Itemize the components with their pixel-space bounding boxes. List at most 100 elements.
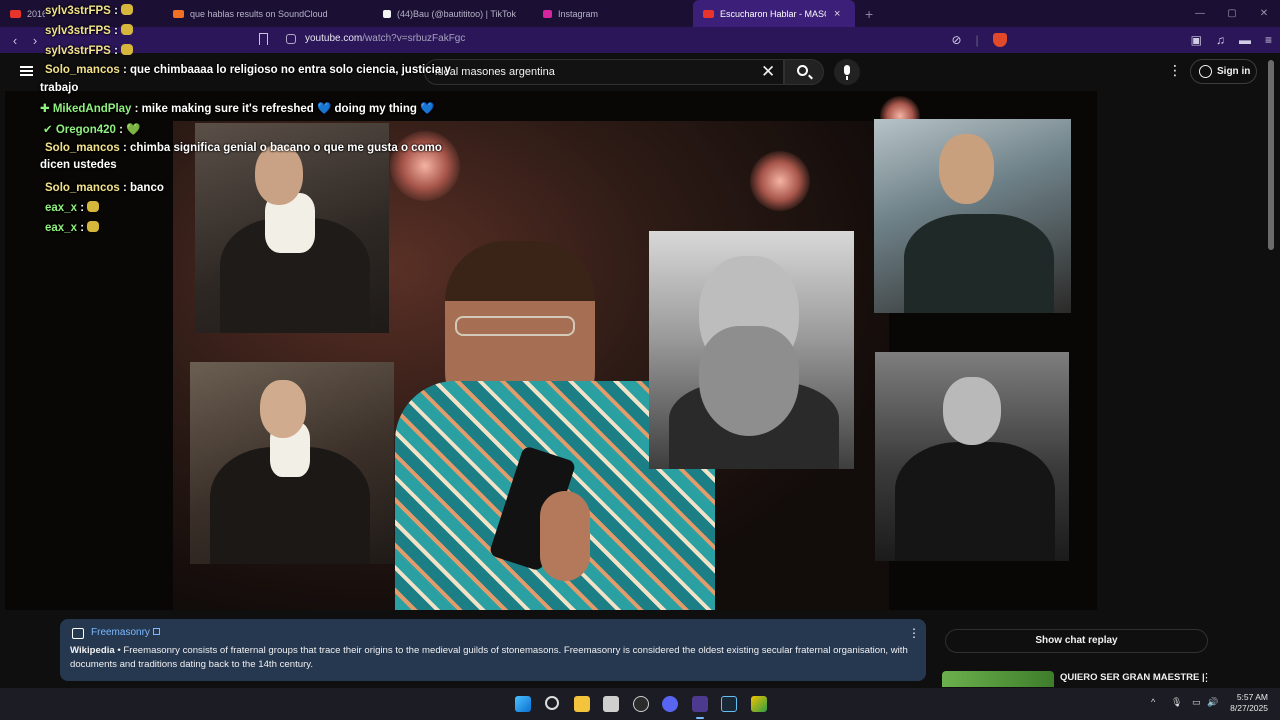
chat-message: Solo_mancos : banco: [40, 178, 460, 198]
windows-taskbar: [0, 688, 1280, 720]
system-clock[interactable]: 5:57 AM 8/27/2025: [1222, 692, 1268, 714]
reader-mode-icon[interactable]: ▣: [1191, 33, 1202, 47]
wiki-link[interactable]: Freemasonry: [91, 627, 160, 638]
chat-message: sylv3strFPS :: [40, 41, 460, 61]
display-icon[interactable]: ▭: [1192, 697, 1201, 708]
chat-text: : banco: [122, 182, 164, 194]
chat-message: eax_x :: [40, 198, 460, 218]
chat-message: sylv3strFPS :: [40, 21, 460, 41]
chat-username: Oregon420: [55, 124, 116, 136]
vpn-icon[interactable]: ▬: [1239, 33, 1251, 47]
tab-instagram[interactable]: Instagram: [533, 0, 683, 27]
volume-icon[interactable]: 🔊: [1207, 697, 1218, 708]
presenter-hand: [540, 491, 590, 581]
tab-youtube-active[interactable]: Escucharon Hablar - MASONI ×: [693, 0, 855, 27]
obs-icon[interactable]: [633, 696, 649, 712]
store-icon[interactable]: [603, 696, 619, 712]
youtube-icon: [703, 9, 714, 18]
clock-date: 8/27/2025: [1230, 703, 1268, 713]
chat-text: :: [114, 5, 118, 17]
brave-shield-icon[interactable]: [992, 33, 1007, 47]
chat-text: :: [114, 45, 118, 57]
wikipedia-info-panel: Freemasonry Wikipedia • Freemasonry cons…: [60, 619, 926, 681]
video-lamp: [750, 151, 810, 211]
instagram-icon: [543, 9, 552, 18]
portrait-2: [190, 362, 394, 564]
minimize-button[interactable]: —: [1184, 8, 1216, 19]
wiki-source: Wikipedia: [70, 645, 115, 656]
chat-message: ✔ Oregon420 : 💚: [40, 120, 460, 140]
info-panel-icon: [72, 628, 84, 639]
wiki-text: Freemasonry consists of fraternal groups…: [70, 645, 908, 670]
chat-username: Solo_mancos: [45, 182, 120, 194]
wiki-more-icon[interactable]: ⋮: [908, 626, 920, 640]
show-chat-replay-button[interactable]: Show chat replay: [945, 629, 1208, 653]
portrait-4: [874, 119, 1071, 313]
chat-message: ✚ MikedAndPlay : mike making sure it's r…: [40, 99, 460, 119]
microphone-icon[interactable]: 🎙: [1171, 697, 1182, 708]
steam-icon[interactable]: [721, 696, 737, 712]
chat-username: sylv3strFPS: [45, 25, 111, 37]
sign-in-button[interactable]: Sign in: [1190, 59, 1257, 84]
recommended-video-title[interactable]: QUIERO SER GRAN MAESTRE |: [1060, 672, 1205, 683]
tab-close-icon[interactable]: ×: [834, 8, 840, 20]
tab-label: Escucharon Hablar - MASONI: [720, 8, 826, 19]
voice-search-icon[interactable]: [834, 59, 860, 85]
emote-icon: [121, 4, 134, 15]
chat-text: :: [80, 222, 85, 234]
file-explorer-icon[interactable]: [574, 696, 590, 712]
search-icon: [797, 65, 808, 76]
settings-more-icon[interactable]: ⋮: [1168, 62, 1182, 79]
search-button[interactable]: [784, 59, 824, 85]
chat-message: eax_x :: [40, 218, 460, 238]
emote-icon: [121, 24, 134, 35]
chat-username: MikedAndPlay: [52, 103, 132, 115]
search-icon[interactable]: [545, 696, 559, 710]
wiki-title: Freemasonry: [91, 627, 150, 638]
active-app-indicator: [696, 717, 704, 719]
start-icon[interactable]: [515, 696, 531, 712]
chat-username: Solo_mancos: [45, 142, 120, 154]
chat-text: : mike making sure it's refreshed: [134, 103, 314, 115]
tab-youtube-2016[interactable]: 2016: [0, 0, 45, 27]
chat-username: sylv3strFPS: [45, 5, 111, 17]
brave-browser-icon[interactable]: [692, 696, 708, 712]
sign-in-label: Sign in: [1217, 66, 1251, 77]
shield-off-icon[interactable]: ⊘: [951, 33, 961, 47]
clock-time: 5:57 AM: [1236, 692, 1268, 702]
verified-badge-icon: ✔: [43, 124, 53, 136]
back-button[interactable]: ‹: [5, 33, 25, 48]
new-tab-button[interactable]: +: [857, 6, 881, 22]
browser-menu-icon[interactable]: ≡: [1265, 33, 1272, 47]
hamburger-menu-icon[interactable]: [20, 66, 33, 76]
presenter-glasses: [455, 316, 575, 336]
recommended-video-thumbnail[interactable]: [942, 671, 1054, 687]
external-link-icon: [152, 628, 160, 635]
portrait-3: [649, 231, 854, 469]
chat-text: :: [119, 124, 123, 136]
chat-text: 💚: [126, 124, 141, 136]
recommendation-more-icon[interactable]: ⋮: [1201, 671, 1212, 684]
chat-text: :: [80, 202, 85, 214]
page-scrollbar[interactable]: [1268, 60, 1274, 250]
emote-icon: [121, 44, 134, 55]
chat-badge-icon: ✚: [40, 103, 50, 115]
toolbar-separator: |: [975, 33, 979, 47]
chat-message: sylv3strFPS :: [40, 1, 460, 21]
chat-message: Solo_mancos : que chimbaaaa lo religioso…: [40, 61, 460, 97]
music-icon[interactable]: ♫: [1216, 33, 1225, 47]
tray-chevron-icon[interactable]: ^: [1151, 697, 1155, 707]
maximize-button[interactable]: ▢: [1216, 8, 1248, 19]
close-window-button[interactable]: ✕: [1248, 8, 1280, 19]
emote-icon: [87, 201, 100, 212]
tab-label: Instagram: [558, 8, 599, 19]
wiki-description: Wikipedia • Freemasonry consists of frat…: [70, 644, 910, 671]
chat-username: eax_x: [45, 222, 77, 234]
account-icon: [1199, 65, 1212, 78]
chat-username: Solo_mancos: [45, 64, 120, 76]
app-icon[interactable]: [751, 696, 767, 712]
search-input[interactable]: ideal masones argentina: [424, 59, 784, 85]
clear-search-icon[interactable]: ✕: [761, 63, 775, 80]
youtube-icon: [10, 9, 21, 18]
discord-icon[interactable]: [662, 696, 678, 712]
